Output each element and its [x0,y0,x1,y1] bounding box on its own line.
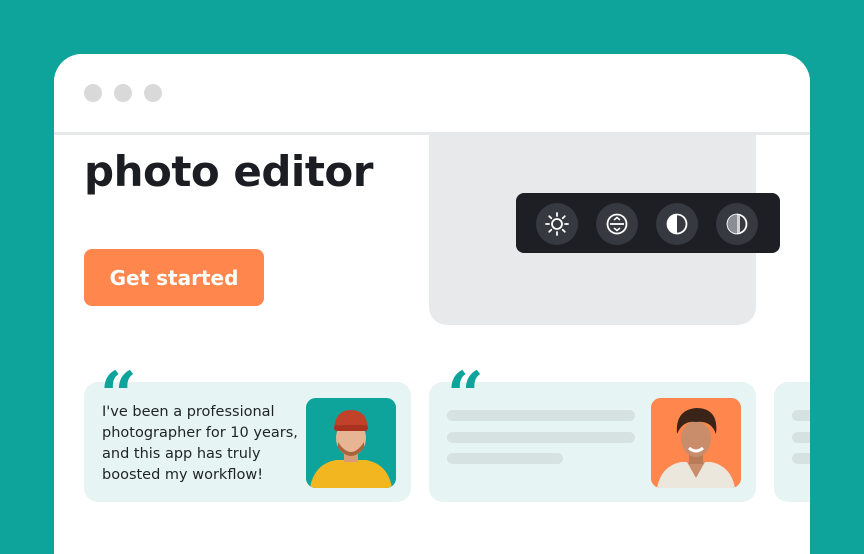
testimonial-card: “ [429,364,756,502]
testimonial-card [774,382,810,502]
text-placeholder-line [792,410,810,421]
contrast-icon [666,213,688,235]
text-placeholder-line [792,432,810,443]
testimonial-text: I've been a professional photographer fo… [102,404,298,483]
get-started-button[interactable]: Get started [84,249,264,306]
exposure-button[interactable] [596,203,638,245]
brightness-icon [545,212,569,236]
text-placeholder-line [447,453,563,464]
adjustment-toolbar [516,193,780,253]
text-placeholder-line [792,453,810,464]
exposure-icon [606,213,628,235]
man-portrait-icon [306,398,396,488]
avatar [306,398,396,488]
text-placeholder-line [447,410,635,421]
contrast-button[interactable] [656,203,698,245]
brightness-button[interactable] [536,203,578,245]
browser-window: All-in-one photo editor Get started [54,54,810,554]
hero-title-line2: photo editor [84,147,373,196]
window-dot-close[interactable] [84,84,102,102]
text-placeholder-line [447,432,635,443]
testimonial-card: “ I've been a professional photographer … [84,364,411,502]
window-dot-minimize[interactable] [114,84,132,102]
avatar [651,398,741,488]
man-portrait-icon [651,398,741,488]
window-titlebar [54,54,810,135]
window-dot-maximize[interactable] [144,84,162,102]
saturation-icon [726,213,748,235]
saturation-button[interactable] [716,203,758,245]
